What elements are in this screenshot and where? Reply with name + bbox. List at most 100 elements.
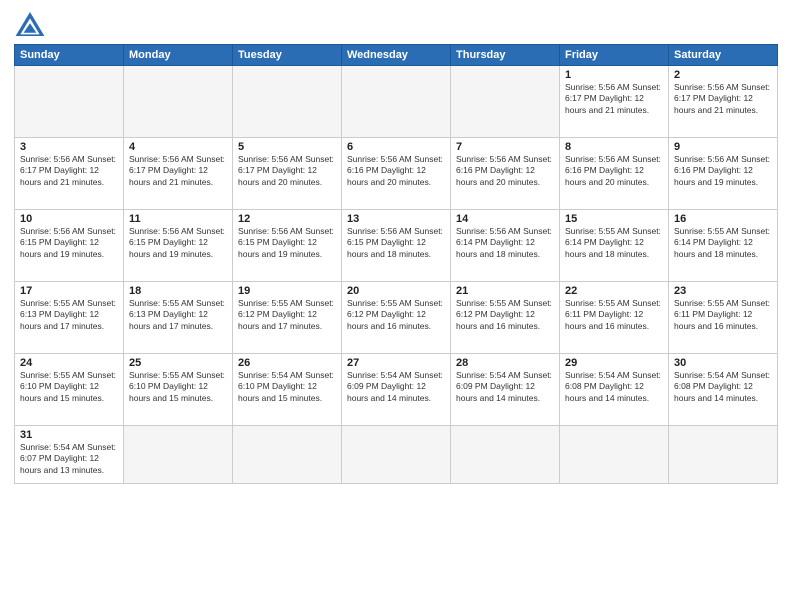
day-number: 18 — [129, 285, 227, 297]
page: SundayMondayTuesdayWednesdayThursdayFrid… — [0, 0, 792, 612]
calendar-cell: 4Sunrise: 5:56 AM Sunset: 6:17 PM Daylig… — [124, 138, 233, 210]
day-number: 12 — [238, 213, 336, 225]
day-info: Sunrise: 5:54 AM Sunset: 6:09 PM Dayligh… — [347, 370, 445, 404]
calendar-cell: 14Sunrise: 5:56 AM Sunset: 6:14 PM Dayli… — [451, 210, 560, 282]
day-info: Sunrise: 5:55 AM Sunset: 6:12 PM Dayligh… — [238, 298, 336, 332]
day-number: 7 — [456, 141, 554, 153]
week-row-6: 31Sunrise: 5:54 AM Sunset: 6:07 PM Dayli… — [15, 426, 778, 484]
day-number: 8 — [565, 141, 663, 153]
day-info: Sunrise: 5:55 AM Sunset: 6:10 PM Dayligh… — [20, 370, 118, 404]
day-info: Sunrise: 5:56 AM Sunset: 6:17 PM Dayligh… — [20, 154, 118, 188]
logo-icon — [14, 10, 46, 38]
day-number: 24 — [20, 357, 118, 369]
calendar-cell — [233, 426, 342, 484]
calendar-cell: 29Sunrise: 5:54 AM Sunset: 6:08 PM Dayli… — [560, 354, 669, 426]
weekday-header-monday: Monday — [124, 45, 233, 66]
calendar-cell: 21Sunrise: 5:55 AM Sunset: 6:12 PM Dayli… — [451, 282, 560, 354]
day-info: Sunrise: 5:56 AM Sunset: 6:17 PM Dayligh… — [238, 154, 336, 188]
calendar-cell: 12Sunrise: 5:56 AM Sunset: 6:15 PM Dayli… — [233, 210, 342, 282]
calendar-cell: 2Sunrise: 5:56 AM Sunset: 6:17 PM Daylig… — [669, 66, 778, 138]
weekday-header-tuesday: Tuesday — [233, 45, 342, 66]
day-number: 17 — [20, 285, 118, 297]
calendar-cell: 11Sunrise: 5:56 AM Sunset: 6:15 PM Dayli… — [124, 210, 233, 282]
day-number: 26 — [238, 357, 336, 369]
calendar-cell: 17Sunrise: 5:55 AM Sunset: 6:13 PM Dayli… — [15, 282, 124, 354]
calendar-cell: 22Sunrise: 5:55 AM Sunset: 6:11 PM Dayli… — [560, 282, 669, 354]
day-number: 2 — [674, 69, 772, 81]
day-info: Sunrise: 5:56 AM Sunset: 6:17 PM Dayligh… — [674, 82, 772, 116]
day-number: 9 — [674, 141, 772, 153]
calendar-cell — [560, 426, 669, 484]
weekday-header-friday: Friday — [560, 45, 669, 66]
week-row-3: 10 Sunrise: 5:56 AM Sunset: 6:15 PM Dayli… — [15, 210, 778, 282]
day-number: 29 — [565, 357, 663, 369]
calendar-cell: 30Sunrise: 5:54 AM Sunset: 6:08 PM Dayli… — [669, 354, 778, 426]
calendar-cell — [124, 66, 233, 138]
day-number: 31 — [20, 429, 118, 441]
calendar-cell: 1Sunrise: 5:56 AM Sunset: 6:17 PM Daylig… — [560, 66, 669, 138]
calendar-cell: 6Sunrise: 5:56 AM Sunset: 6:16 PM Daylig… — [342, 138, 451, 210]
day-info: Sunrise: 5:56 AM Sunset: 6:15 PM Dayligh… — [129, 226, 227, 260]
calendar-cell: 19Sunrise: 5:55 AM Sunset: 6:12 PM Dayli… — [233, 282, 342, 354]
day-info: Sunrise: 5:56 AM Sunset: 6:16 PM Dayligh… — [565, 154, 663, 188]
calendar-cell: 13Sunrise: 5:56 AM Sunset: 6:15 PM Dayli… — [342, 210, 451, 282]
calendar-cell: 5Sunrise: 5:56 AM Sunset: 6:17 PM Daylig… — [233, 138, 342, 210]
calendar-cell: 24Sunrise: 5:55 AM Sunset: 6:10 PM Dayli… — [15, 354, 124, 426]
calendar-cell: 16Sunrise: 5:55 AM Sunset: 6:14 PM Dayli… — [669, 210, 778, 282]
weekday-header-row: SundayMondayTuesdayWednesdayThursdayFrid… — [15, 45, 778, 66]
day-info: Sunrise: 5:55 AM Sunset: 6:14 PM Dayligh… — [565, 226, 663, 260]
day-info: Sunrise: 5:54 AM Sunset: 6:07 PM Dayligh… — [20, 442, 118, 476]
calendar-cell: 7Sunrise: 5:56 AM Sunset: 6:16 PM Daylig… — [451, 138, 560, 210]
day-info: Sunrise: 5:54 AM Sunset: 6:08 PM Dayligh… — [674, 370, 772, 404]
week-row-5: 24Sunrise: 5:55 AM Sunset: 6:10 PM Dayli… — [15, 354, 778, 426]
calendar-cell — [124, 426, 233, 484]
day-number: 25 — [129, 357, 227, 369]
calendar-cell: 20Sunrise: 5:55 AM Sunset: 6:12 PM Dayli… — [342, 282, 451, 354]
calendar-cell — [669, 426, 778, 484]
week-row-2: 3Sunrise: 5:56 AM Sunset: 6:17 PM Daylig… — [15, 138, 778, 210]
day-number: 11 — [129, 213, 227, 225]
day-number: 3 — [20, 141, 118, 153]
calendar-cell: 23Sunrise: 5:55 AM Sunset: 6:11 PM Dayli… — [669, 282, 778, 354]
day-number: 23 — [674, 285, 772, 297]
calendar-cell — [451, 66, 560, 138]
day-info: Sunrise: 5:55 AM Sunset: 6:13 PM Dayligh… — [129, 298, 227, 332]
day-info: Sunrise: 5:54 AM Sunset: 6:08 PM Dayligh… — [565, 370, 663, 404]
day-number: 10 — [20, 213, 118, 225]
day-number: 21 — [456, 285, 554, 297]
day-info: Sunrise: 5:54 AM Sunset: 6:10 PM Dayligh… — [238, 370, 336, 404]
day-number: 16 — [674, 213, 772, 225]
day-number: 30 — [674, 357, 772, 369]
day-info: Sunrise: 5:55 AM Sunset: 6:14 PM Dayligh… — [674, 226, 772, 260]
day-info: Sunrise: 5:54 AM Sunset: 6:09 PM Dayligh… — [456, 370, 554, 404]
day-info: Sunrise: 5:55 AM Sunset: 6:11 PM Dayligh… — [674, 298, 772, 332]
day-info: Sunrise: 5:55 AM Sunset: 6:10 PM Dayligh… — [129, 370, 227, 404]
day-info: Sunrise: 5:56 AM Sunset: 6:16 PM Dayligh… — [674, 154, 772, 188]
calendar-cell — [233, 66, 342, 138]
header — [14, 10, 778, 38]
day-info: Sunrise: 5:56 AM Sunset: 6:17 PM Dayligh… — [565, 82, 663, 116]
day-number: 20 — [347, 285, 445, 297]
weekday-header-thursday: Thursday — [451, 45, 560, 66]
logo — [14, 10, 50, 38]
calendar-cell: 25Sunrise: 5:55 AM Sunset: 6:10 PM Dayli… — [124, 354, 233, 426]
day-number: 27 — [347, 357, 445, 369]
day-number: 22 — [565, 285, 663, 297]
day-number: 28 — [456, 357, 554, 369]
day-number: 1 — [565, 69, 663, 81]
calendar-table: SundayMondayTuesdayWednesdayThursdayFrid… — [14, 44, 778, 484]
day-number: 4 — [129, 141, 227, 153]
calendar-cell — [451, 426, 560, 484]
weekday-header-saturday: Saturday — [669, 45, 778, 66]
day-info: Sunrise: 5:56 AM Sunset: 6:16 PM Dayligh… — [347, 154, 445, 188]
day-number: 5 — [238, 141, 336, 153]
calendar-cell: 8Sunrise: 5:56 AM Sunset: 6:16 PM Daylig… — [560, 138, 669, 210]
day-info: Sunrise: 5:56 AM Sunset: 6:16 PM Dayligh… — [456, 154, 554, 188]
day-number: 15 — [565, 213, 663, 225]
day-number: 6 — [347, 141, 445, 153]
calendar-cell: 26Sunrise: 5:54 AM Sunset: 6:10 PM Dayli… — [233, 354, 342, 426]
day-info: Sunrise: 5:55 AM Sunset: 6:12 PM Dayligh… — [347, 298, 445, 332]
day-number: 13 — [347, 213, 445, 225]
calendar-cell: 15Sunrise: 5:55 AM Sunset: 6:14 PM Dayli… — [560, 210, 669, 282]
day-number: 14 — [456, 213, 554, 225]
